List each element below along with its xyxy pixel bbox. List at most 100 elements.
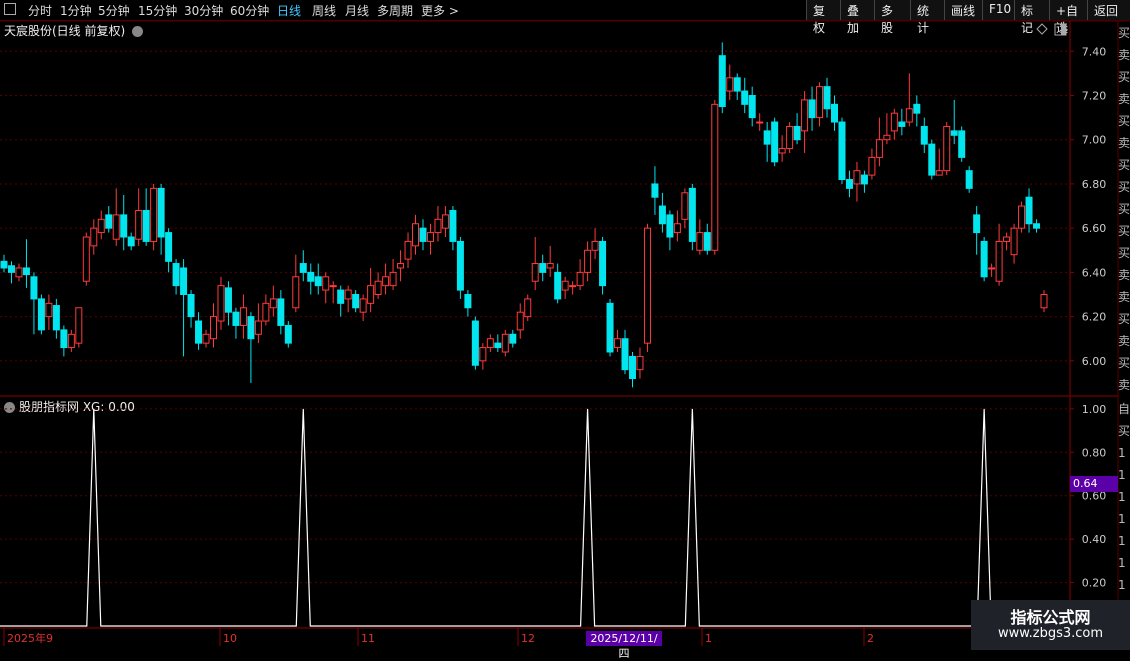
candle: [1040, 290, 1048, 313]
x-axis-label: 11: [361, 632, 375, 645]
candle-body: [1025, 196, 1033, 225]
candle: [539, 254, 547, 282]
candle: [120, 194, 128, 251]
candle: [329, 281, 337, 304]
x-axis-label: 10: [223, 632, 237, 645]
candle: [531, 237, 539, 291]
candle-body: [569, 285, 577, 288]
panel-toggle-icon[interactable]: [1054, 23, 1067, 36]
candle-body: [389, 271, 397, 287]
candle: [344, 285, 352, 313]
x-axis-label: 12: [521, 632, 535, 645]
candle-body: [883, 134, 891, 141]
candle: [988, 263, 996, 277]
candle: [666, 210, 674, 251]
candle: [426, 223, 434, 255]
candle-body: [718, 55, 726, 108]
candle-body: [142, 209, 150, 242]
candle: [299, 250, 307, 282]
candle-body: [352, 293, 360, 309]
candle-body: [838, 121, 846, 181]
diamond-icon[interactable]: [1036, 23, 1048, 35]
candle-body: [247, 316, 255, 340]
candle-body: [404, 240, 412, 260]
candle-body: [209, 316, 217, 340]
candle: [142, 188, 150, 246]
candle-body: [516, 311, 524, 331]
candle-body: [808, 99, 816, 119]
candle-body: [778, 148, 786, 154]
candle-body: [52, 305, 60, 331]
candle-body: [112, 214, 120, 240]
candle-body: [801, 99, 809, 132]
candle-body: [501, 333, 509, 353]
candle-body: [920, 125, 928, 145]
candle-body: [292, 276, 300, 309]
candle: [509, 329, 517, 348]
candle: [67, 329, 75, 352]
candle: [314, 263, 322, 295]
candle: [1010, 223, 1018, 264]
price-label: 6.20: [1082, 311, 1107, 324]
candle-body: [105, 214, 113, 229]
candle-body: [382, 276, 390, 287]
candle-body: [643, 227, 651, 344]
candle: [367, 267, 375, 313]
candle-body: [486, 338, 494, 349]
candle-body: [202, 333, 210, 344]
candle-body: [898, 121, 906, 127]
candle: [75, 307, 83, 348]
candle: [464, 290, 472, 317]
candle: [397, 250, 405, 282]
candle-body: [277, 298, 285, 326]
candle-body: [965, 170, 973, 189]
xg-signal-line: [0, 408, 1070, 627]
candle-body: [464, 293, 472, 309]
candle-body: [254, 320, 262, 335]
candle-body: [973, 214, 981, 234]
candle-body: [935, 170, 943, 176]
candle: [456, 237, 464, 299]
candle-body: [471, 320, 479, 366]
candle: [195, 312, 203, 350]
side-panel-text: 买卖买卖买卖买买买买买卖卖买卖买卖买卖买卖买卖买卖: [1118, 26, 1130, 392]
candle-body: [943, 125, 951, 172]
candle: [284, 321, 292, 348]
candle-body: [157, 187, 165, 238]
candle: [37, 294, 45, 335]
candle: [494, 334, 502, 352]
candle-body: [337, 289, 345, 304]
candle: [883, 113, 891, 145]
candle-body: [860, 174, 868, 185]
candle: [636, 347, 644, 379]
candle-body: [1010, 227, 1018, 256]
candle-body: [224, 287, 232, 313]
candle-body: [284, 324, 292, 344]
candle: [875, 117, 883, 167]
candle-body: [658, 205, 666, 225]
kline-chart[interactable]: 7.40 7.20 7.00 6.80 6.60 6.40 6.20 6.00 1.00 0.80…: [0, 0, 1130, 650]
candle: [756, 113, 764, 131]
candle: [546, 245, 554, 277]
candle: [486, 334, 494, 352]
candle: [576, 259, 584, 291]
price-label: 7.00: [1082, 134, 1107, 147]
candle-body: [980, 240, 988, 278]
candle: [628, 351, 636, 388]
candle-body: [614, 338, 622, 349]
candle: [599, 237, 607, 295]
candle-body: [816, 86, 824, 119]
candle: [554, 263, 562, 304]
candle: [374, 272, 382, 299]
candle: [860, 170, 868, 193]
candle-body: [793, 125, 801, 141]
candle-body: [0, 260, 8, 269]
candle: [0, 254, 8, 273]
candle-body: [688, 187, 696, 242]
candle: [606, 298, 614, 357]
candle-body: [45, 302, 53, 318]
candle: [763, 122, 771, 162]
candle: [845, 170, 853, 198]
candle-body: [75, 307, 83, 344]
candle: [793, 113, 801, 145]
